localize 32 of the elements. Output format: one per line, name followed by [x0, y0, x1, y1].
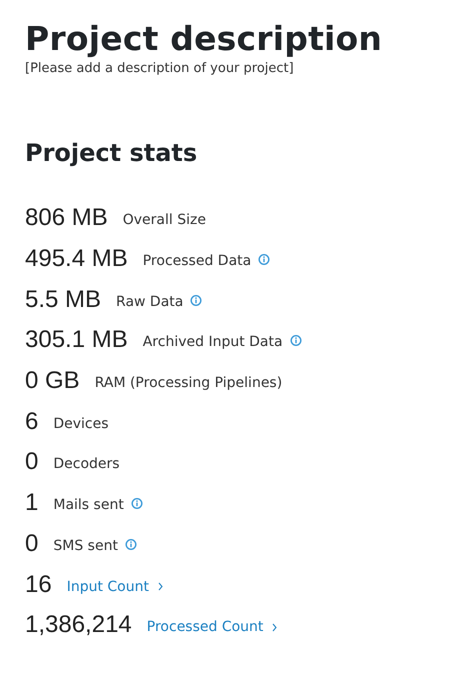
stat-link[interactable]: Input Count [66, 578, 163, 595]
stat-value: 0 [25, 530, 38, 558]
stat-value: 1 [25, 489, 38, 518]
stat-label: SMS sent [53, 538, 118, 554]
project-description: [Please add a description of your project] [25, 60, 295, 78]
chevron-right-icon [158, 582, 163, 592]
stat-label: Devices [53, 416, 109, 432]
stat-value: 16 [25, 570, 52, 599]
section-heading: Project stats [25, 138, 198, 168]
stat-value: 806 MB [25, 204, 108, 232]
stat-value: 305.1 MB [25, 326, 128, 354]
stat-label: Processed Data [142, 253, 252, 270]
info-icon[interactable] [290, 335, 302, 348]
stat-value: 0 GB [25, 367, 80, 396]
stat-value: 0 [25, 448, 38, 476]
stat-label: Archived Input Data [142, 334, 283, 350]
stat-label: Mails sent [53, 497, 124, 514]
stat-value: 6 [25, 408, 38, 436]
stat-label: Decoders [53, 456, 120, 472]
stat-label: Raw Data [116, 294, 184, 310]
info-icon[interactable] [130, 498, 143, 510]
page-title: Project description [25, 18, 384, 60]
stat-label: RAM (Processing Pipelines) [94, 375, 282, 392]
stat-label: Overall Size [122, 212, 206, 228]
stat-value: 1,386,214 [25, 611, 132, 640]
info-icon[interactable] [258, 254, 270, 266]
stat-value: 5.5 MB [25, 286, 102, 314]
info-icon[interactable] [124, 538, 137, 551]
stat-value: 495.4 MB [25, 245, 128, 274]
chevron-right-icon [272, 622, 278, 632]
info-icon[interactable] [190, 294, 202, 307]
stat-link[interactable]: Processed Count [146, 619, 278, 636]
